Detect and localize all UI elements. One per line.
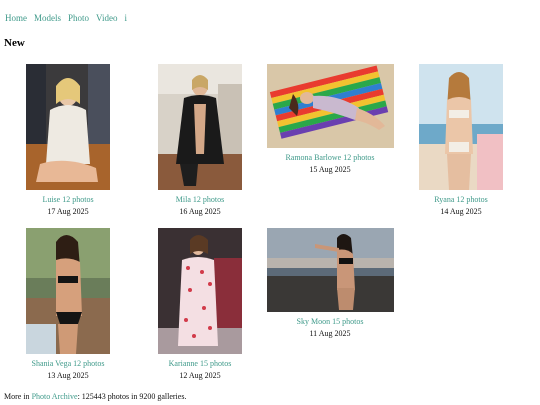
gallery-photo-count: 12 photos [73,359,105,368]
gallery-thumbnail[interactable] [26,228,110,354]
footer-stats: : 125443 photos in 9200 galleries. [77,392,187,401]
gallery-thumbnail[interactable] [266,64,394,148]
photo-archive-link[interactable]: Photo Archive [32,392,78,401]
gallery-model-link[interactable]: Karianne [169,359,198,368]
gallery-date: 11 Aug 2025 [309,329,351,338]
gallery-model-link[interactable]: Ryana [434,195,454,204]
info-icon[interactable]: i [124,13,127,23]
gallery-card: Sky Moon 15 photos 11 Aug 2025 [262,228,398,339]
gallery-thumbnail[interactable] [419,64,503,190]
gallery-card: Ryana 12 photos 14 Aug 2025 [413,64,509,217]
gallery-date: 15 Aug 2025 [309,165,351,174]
gallery-model-link[interactable]: Sky Moon [297,317,331,326]
gallery-date: 17 Aug 2025 [47,207,89,216]
gallery-thumbnail[interactable] [158,228,242,354]
gallery-thumbnail[interactable] [158,64,242,190]
gallery-thumbnail[interactable] [26,64,110,190]
nav-home-link[interactable]: Home [5,13,27,23]
gallery-card: Mila 12 photos 16 Aug 2025 [152,64,248,217]
footer-archive-info: More in Photo Archive: 125443 photos in … [4,392,186,401]
gallery-photo-count: 12 photos [62,195,94,204]
gallery-photo-count: 12 photos [343,153,375,162]
gallery-model-link[interactable]: Ramona Barlowe [285,153,341,162]
top-nav: Home Models Photo Video i [5,13,134,23]
nav-video-link[interactable]: Video [96,13,117,23]
gallery-photo-count: 15 photos [332,317,364,326]
gallery-card: Ramona Barlowe 12 photos 15 Aug 2025 [262,64,398,175]
gallery-photo-count: 15 photos [199,359,232,368]
gallery-date: 13 Aug 2025 [47,371,89,380]
nav-models-link[interactable]: Models [34,13,61,23]
gallery-model-link[interactable]: Mila [176,195,191,204]
gallery-thumbnail[interactable] [266,228,394,312]
gallery-card: Karianne 15 photos 12 Aug 2025 [152,228,248,381]
nav-photo-link[interactable]: Photo [68,13,89,23]
gallery-photo-count: 12 photos [192,195,225,204]
gallery-date: 14 Aug 2025 [440,207,482,216]
footer-prefix: More in [4,392,30,401]
gallery-model-link[interactable]: Luise [42,195,60,204]
gallery-model-link[interactable]: Shania Vega [32,359,72,368]
gallery-date: 12 Aug 2025 [179,371,221,380]
section-title: New [4,37,25,49]
gallery-date: 16 Aug 2025 [179,207,221,216]
gallery-card: Shania Vega 12 photos 13 Aug 2025 [20,228,116,381]
gallery-photo-count: 12 photos [456,195,488,204]
gallery-card: Luise 12 photos 17 Aug 2025 [20,64,116,217]
